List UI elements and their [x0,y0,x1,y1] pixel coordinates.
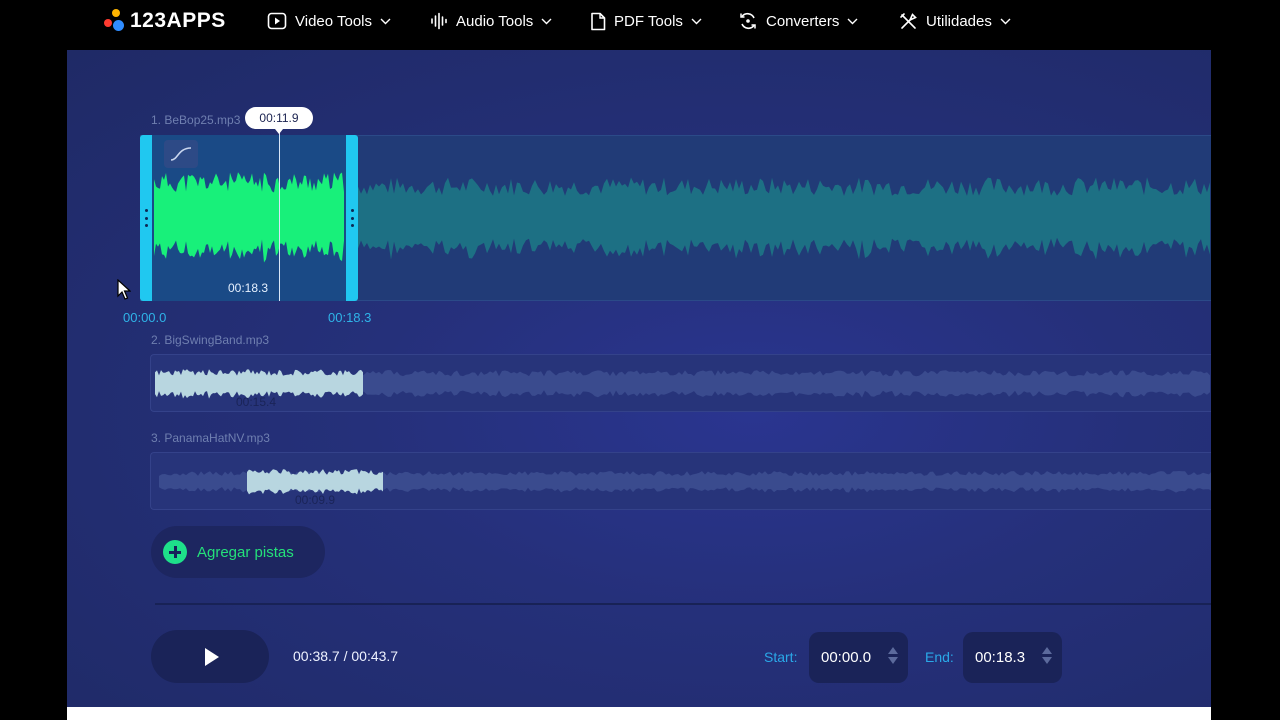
track-3-label: 3. PanamaHatNV.mp3 [151,431,270,445]
top-nav: 123APPS Video Tools Audio Tools PDF Tool… [0,0,1280,44]
start-time-field[interactable]: 00:00.0 [809,632,908,683]
audio-wave-icon [431,12,447,30]
chevron-down-icon [1000,18,1011,24]
start-label: Start: [764,649,798,665]
end-time-field[interactable]: 00:18.3 [963,632,1062,683]
ruler-end-label: 00:18.3 [328,310,372,325]
end-time-stepper[interactable] [1042,647,1052,664]
chevron-down-icon [380,18,391,24]
tools-icon [900,12,917,29]
selection-right-handle[interactable] [350,209,354,227]
editor-stage: 1. BeBop25.mp3 00:11.9 00:18.3 00:00.0 0… [67,50,1211,707]
selection-left-handle[interactable] [144,209,148,227]
video-icon [267,12,287,30]
nav-pdf-tools-label: PDF Tools [614,12,683,30]
track-2-waveform [155,369,1210,399]
fade-button[interactable] [164,140,198,168]
start-time-stepper[interactable] [888,647,898,664]
stepper-down-icon[interactable] [1042,657,1052,664]
nav-converters-label: Converters [766,12,840,30]
nav-audio-tools-label: Audio Tools [456,12,534,30]
add-tracks-label: Agregar pistas [197,543,294,561]
end-time-value: 00:18.3 [975,649,1026,666]
stepper-up-icon[interactable] [888,647,898,654]
track-3-duration: 00:09.9 [295,493,336,507]
nav-utilidades-label: Utilidades [926,12,992,30]
nav-video-tools[interactable]: Video Tools [267,10,391,32]
logo[interactable]: 123APPS [102,9,226,33]
start-time-value: 00:00.0 [821,649,872,666]
track-1-duration: 00:18.3 [228,281,269,295]
nav-utilidades[interactable]: Utilidades [899,10,1011,32]
logo-text: 123APPS [130,9,226,32]
chevron-down-icon [541,18,552,24]
track-3-lane[interactable]: 00:09.9 [150,452,1211,510]
add-tracks-button[interactable]: Agregar pistas [151,526,325,578]
chevron-down-icon [847,18,858,24]
stepper-up-icon[interactable] [1042,647,1052,654]
page-bottom-strip [67,707,1211,720]
track-2-lane[interactable]: 00:15.4 [150,354,1211,412]
end-label: End: [925,649,954,665]
track-1-label: 1. BeBop25.mp3 [151,113,241,127]
fade-curve-icon [170,147,192,161]
chevron-down-icon [691,18,702,24]
pdf-icon [591,12,606,30]
track-2-duration: 00:15.4 [236,395,277,409]
logo-icon [102,9,124,33]
play-button[interactable] [151,630,269,683]
nav-audio-tools[interactable]: Audio Tools [430,10,552,32]
nav-pdf-tools[interactable]: PDF Tools [590,10,702,32]
plus-icon [163,540,187,564]
stepper-down-icon[interactable] [888,657,898,664]
playhead-time-bubble: 00:11.9 [245,107,313,134]
nav-converters[interactable]: Converters [738,10,858,32]
convert-icon [740,12,756,30]
track-2-label: 2. BigSwingBand.mp3 [151,333,270,347]
play-icon [205,647,219,666]
playback-time: 00:38.7 / 00:43.7 [293,648,399,664]
ruler-start-label: 00:00.0 [123,310,167,325]
mouse-pointer-icon [117,279,131,300]
divider [155,603,1211,605]
playhead-line[interactable] [279,130,280,301]
nav-video-tools-label: Video Tools [295,12,373,30]
